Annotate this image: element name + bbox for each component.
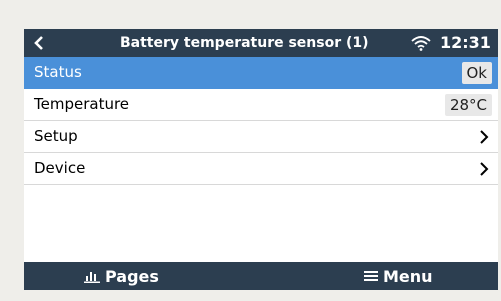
menu-label: Menu bbox=[383, 266, 433, 286]
device-screen: Battery temperature sensor (1) 12:31 Sta… bbox=[24, 29, 498, 290]
chevron-right-icon bbox=[480, 130, 489, 144]
wifi-icon bbox=[411, 36, 431, 51]
clock: 12:31 bbox=[440, 33, 491, 52]
back-button[interactable] bbox=[28, 33, 50, 53]
row-label: Temperature bbox=[34, 95, 130, 113]
row-label: Status bbox=[34, 63, 82, 81]
row-label: Setup bbox=[34, 127, 78, 145]
page-title: Battery temperature sensor (1) bbox=[120, 35, 369, 51]
pages-button[interactable]: Pages bbox=[84, 262, 159, 290]
temperature-value: 28°C bbox=[444, 94, 492, 116]
row-label: Device bbox=[34, 159, 86, 177]
menu-row-temperature[interactable]: Temperature 28°C bbox=[24, 89, 498, 121]
bar-chart-icon bbox=[84, 269, 100, 283]
bottom-bar: Pages Menu bbox=[24, 262, 498, 290]
title-bar: Battery temperature sensor (1) 12:31 bbox=[24, 29, 498, 57]
menu-row-device[interactable]: Device bbox=[24, 153, 498, 185]
menu-row-setup[interactable]: Setup bbox=[24, 121, 498, 153]
pages-label: Pages bbox=[105, 266, 159, 286]
menu-row-status[interactable]: Status Ok bbox=[24, 57, 498, 89]
chevron-left-icon bbox=[34, 36, 43, 50]
menu-button[interactable]: Menu bbox=[364, 262, 433, 290]
status-value: Ok bbox=[461, 62, 492, 84]
chevron-right-icon bbox=[480, 162, 489, 176]
hamburger-icon bbox=[364, 270, 378, 282]
